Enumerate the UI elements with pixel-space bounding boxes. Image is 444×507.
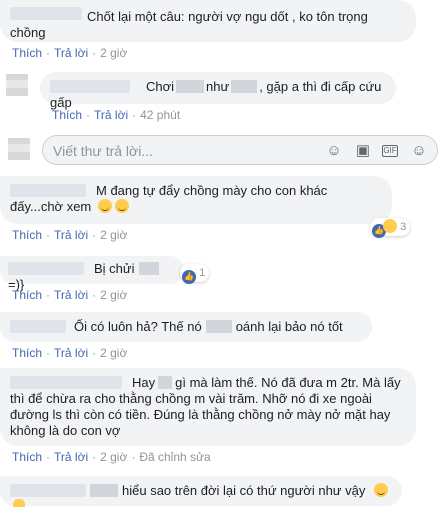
reaction-count[interactable]: 👍 1 <box>180 264 210 284</box>
redacted-text <box>176 80 205 93</box>
redacted-text <box>138 262 159 275</box>
reply-link[interactable]: Trả lời <box>54 450 88 464</box>
comment-actions-5: Thích · Trả lời · 2 giờ <box>12 346 128 360</box>
edited-label[interactable]: Đã chỉnh sửa <box>139 450 210 464</box>
author-name[interactable] <box>8 262 84 275</box>
timestamp[interactable]: 2 giờ <box>100 450 127 464</box>
camera-icon[interactable]: ▣ <box>355 143 371 159</box>
author-name[interactable] <box>10 376 122 389</box>
smiley-icon[interactable]: ☺ <box>326 143 342 159</box>
like-link[interactable]: Thích <box>12 346 42 360</box>
reply-link[interactable]: Trả lời <box>94 108 128 122</box>
like-link[interactable]: Thích <box>12 450 42 464</box>
reply-input[interactable]: Viết thư trả lời... ☺ ▣ GIF ☺ <box>42 135 438 165</box>
author-name[interactable] <box>10 7 82 20</box>
timestamp[interactable]: 2 giờ <box>100 288 127 302</box>
comment-actions-4: Thích · Trả lời · 2 giờ <box>12 288 128 302</box>
comment-actions-1: Thích · Trả lời · 2 giờ <box>12 46 128 60</box>
redacted-text <box>90 484 118 497</box>
redacted-text <box>158 376 173 389</box>
comment-bubble-6: Hay gì mà làm thế. Nó đã đưa m 2tr. Mà lấ… <box>0 368 416 446</box>
timestamp[interactable]: 2 giờ <box>100 346 127 360</box>
author-name[interactable] <box>10 184 86 197</box>
like-link[interactable]: Thích <box>12 46 42 60</box>
haha-reaction-icon <box>383 219 397 233</box>
comment-actions-6: Thích · Trả lời · 2 giờ · Đã chỉnh sửa <box>12 450 211 464</box>
comment-actions-2: Thích · Trả lời · 42 phút <box>52 108 181 122</box>
author-name[interactable] <box>50 80 130 93</box>
like-reaction-icon: 👍 <box>182 270 196 284</box>
sticker-icon[interactable]: ☺ <box>411 143 427 159</box>
timestamp[interactable]: 42 phút <box>140 108 180 122</box>
timestamp[interactable]: 2 giờ <box>100 228 127 242</box>
comment-bubble-2: Chơi như, gặp a thì đi cấp cứu gấp <box>40 72 396 110</box>
comment-bubble-1: Chốt lại một câu: người vợ ngu dốt , ko … <box>0 0 416 42</box>
comment-bubble-4: Bị chửi=)} <box>0 256 184 292</box>
reply-link[interactable]: Trả lời <box>54 46 88 60</box>
redacted-text <box>205 320 232 333</box>
comment-text: Hay <box>132 375 156 390</box>
reply-placeholder: Viết thư trả lời... <box>53 143 153 159</box>
author-name[interactable] <box>10 484 86 497</box>
reaction-count[interactable]: 👍 3 <box>370 218 411 238</box>
like-link[interactable]: Thích <box>12 228 42 242</box>
emoji-icon <box>373 483 388 497</box>
comment-text: Bị chửi <box>94 261 135 276</box>
comment-text: hiểu sao trên đời lại có thứ người như v… <box>122 483 366 498</box>
like-link[interactable]: Thích <box>52 108 82 122</box>
comment-bubble-7: hiểu sao trên đời lại có thứ người như v… <box>0 476 402 507</box>
comment-text: Ối có luôn hả? Thế nó <box>74 319 202 334</box>
reply-link[interactable]: Trả lời <box>54 288 88 302</box>
reply-link[interactable]: Trả lời <box>54 346 88 360</box>
like-link[interactable]: Thích <box>12 288 42 302</box>
emoji-icon <box>114 199 129 213</box>
comment-bubble-5: Ối có luôn hả? Thế nó oánh lại bảo nó tốt <box>0 312 372 342</box>
reply-link[interactable]: Trả lời <box>54 228 88 242</box>
ok-hand-icon <box>13 499 25 507</box>
current-user-avatar <box>8 138 30 160</box>
avatar[interactable] <box>6 74 28 96</box>
comment-text: Chơi <box>146 79 175 94</box>
emoji-icon <box>97 199 112 213</box>
timestamp[interactable]: 2 giờ <box>100 46 127 60</box>
redacted-text <box>231 80 258 93</box>
comment-bubble-3: M đang tự đẩy chồng mày cho con khác đấy… <box>0 176 392 224</box>
author-name[interactable] <box>10 320 66 333</box>
comment-actions-3: Thích · Trả lời · 2 giờ <box>12 228 128 242</box>
gif-icon[interactable]: GIF <box>382 145 398 157</box>
